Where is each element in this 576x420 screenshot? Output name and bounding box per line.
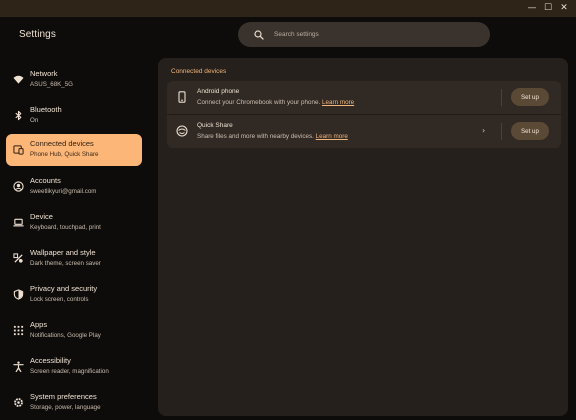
maximize-button[interactable]: ☐ bbox=[540, 1, 556, 15]
learn-more-link[interactable]: Learn more bbox=[316, 133, 348, 140]
sidebar-item-connected-devices[interactable]: Connected devices Phone Hub, Quick Share bbox=[6, 134, 142, 166]
row-subtitle-text: Connect your Chromebook with your phone. bbox=[197, 99, 321, 106]
row-title: Quick Share bbox=[197, 122, 233, 129]
wifi-icon bbox=[13, 75, 24, 84]
divider bbox=[501, 123, 502, 140]
android-phone-row[interactable]: Android phone Connect your Chromebook wi… bbox=[167, 81, 561, 114]
sidebar-item-title: Network bbox=[30, 69, 58, 78]
account-icon bbox=[13, 181, 24, 192]
sidebar-item-wallpaper[interactable]: Wallpaper and style Dark theme, screen s… bbox=[6, 243, 142, 275]
app-title: Settings bbox=[19, 29, 56, 40]
sidebar-item-title: Privacy and security bbox=[30, 284, 98, 293]
sidebar-item-subtitle: Notifications, Google Play bbox=[30, 332, 101, 339]
main-panel: Connected devices Android phone Connect … bbox=[158, 58, 568, 416]
sidebar-item-bluetooth[interactable]: Bluetooth On bbox=[6, 100, 142, 132]
sidebar-item-subtitle: On bbox=[30, 117, 39, 124]
sidebar-item-subtitle: Dark theme, screen saver bbox=[30, 260, 101, 267]
sidebar-item-subtitle: Storage, power, language bbox=[30, 404, 101, 411]
search-icon bbox=[254, 30, 264, 40]
sidebar-item-subtitle: sweetlikyuri@gmail.com bbox=[30, 188, 97, 195]
divider bbox=[501, 89, 502, 106]
sidebar-item-apps[interactable]: Apps Notifications, Google Play bbox=[6, 315, 142, 347]
window-controls: — ☐ ✕ bbox=[524, 1, 572, 15]
sidebar-item-network[interactable]: Network ASUS_68K_5G bbox=[6, 64, 142, 96]
row-subtitle: Connect your Chromebook with your phone.… bbox=[197, 99, 354, 106]
quick-share-setup-button[interactable]: Set up bbox=[511, 122, 549, 140]
sidebar-item-privacy[interactable]: Privacy and security Lock screen, contro… bbox=[6, 279, 142, 311]
sidebar-item-subtitle: Keyboard, touchpad, print bbox=[30, 224, 101, 231]
quick-share-row[interactable]: Quick Share Share files and more with ne… bbox=[167, 115, 561, 148]
row-title: Android phone bbox=[197, 88, 240, 95]
sidebar-item-title: Apps bbox=[30, 320, 48, 329]
sidebar-item-title: Accessibility bbox=[30, 356, 71, 365]
sidebar-item-title: Device bbox=[30, 212, 53, 221]
title-bar: — ☐ ✕ bbox=[0, 0, 576, 17]
sidebar-item-subtitle: Phone Hub, Quick Share bbox=[30, 151, 99, 158]
search-input[interactable] bbox=[274, 22, 474, 47]
quick-share-icon bbox=[176, 125, 188, 137]
chevron-right-icon[interactable]: › bbox=[482, 126, 485, 135]
palette-icon bbox=[13, 253, 23, 263]
sidebar-item-title: Connected devices bbox=[30, 139, 94, 148]
apps-grid-icon bbox=[13, 325, 24, 336]
row-subtitle-text: Share files and more with nearby devices… bbox=[197, 133, 314, 140]
laptop-icon bbox=[13, 218, 24, 227]
sidebar-item-title: Accounts bbox=[30, 176, 61, 185]
sidebar-item-subtitle: Screen reader, magnification bbox=[30, 368, 109, 375]
sidebar-item-subtitle: ASUS_68K_5G bbox=[30, 81, 73, 88]
sidebar-item-title: System preferences bbox=[30, 392, 97, 401]
minimize-button[interactable]: — bbox=[524, 1, 540, 15]
connected-devices-icon bbox=[13, 145, 24, 155]
section-title: Connected devices bbox=[171, 68, 227, 75]
gear-icon bbox=[14, 398, 23, 407]
learn-more-link[interactable]: Learn more bbox=[322, 99, 354, 106]
android-phone-setup-button[interactable]: Set up bbox=[511, 88, 549, 106]
accessibility-icon bbox=[13, 361, 24, 372]
close-button[interactable]: ✕ bbox=[556, 1, 572, 15]
sidebar-item-subtitle: Lock screen, controls bbox=[30, 296, 89, 303]
sidebar-item-accessibility[interactable]: Accessibility Screen reader, magnificati… bbox=[6, 351, 142, 383]
sidebar-item-device[interactable]: Device Keyboard, touchpad, print bbox=[6, 207, 142, 239]
row-subtitle: Share files and more with nearby devices… bbox=[197, 133, 348, 140]
shield-icon bbox=[13, 289, 24, 300]
search-bar[interactable] bbox=[238, 22, 490, 47]
sidebar-item-title: Wallpaper and style bbox=[30, 248, 96, 257]
phone-icon bbox=[178, 91, 186, 103]
sidebar-item-system-preferences[interactable]: System preferences Storage, power, langu… bbox=[6, 387, 142, 419]
sidebar-item-title: Bluetooth bbox=[30, 105, 62, 114]
sidebar-item-accounts[interactable]: Accounts sweetlikyuri@gmail.com bbox=[6, 171, 142, 203]
bluetooth-icon bbox=[15, 110, 22, 121]
